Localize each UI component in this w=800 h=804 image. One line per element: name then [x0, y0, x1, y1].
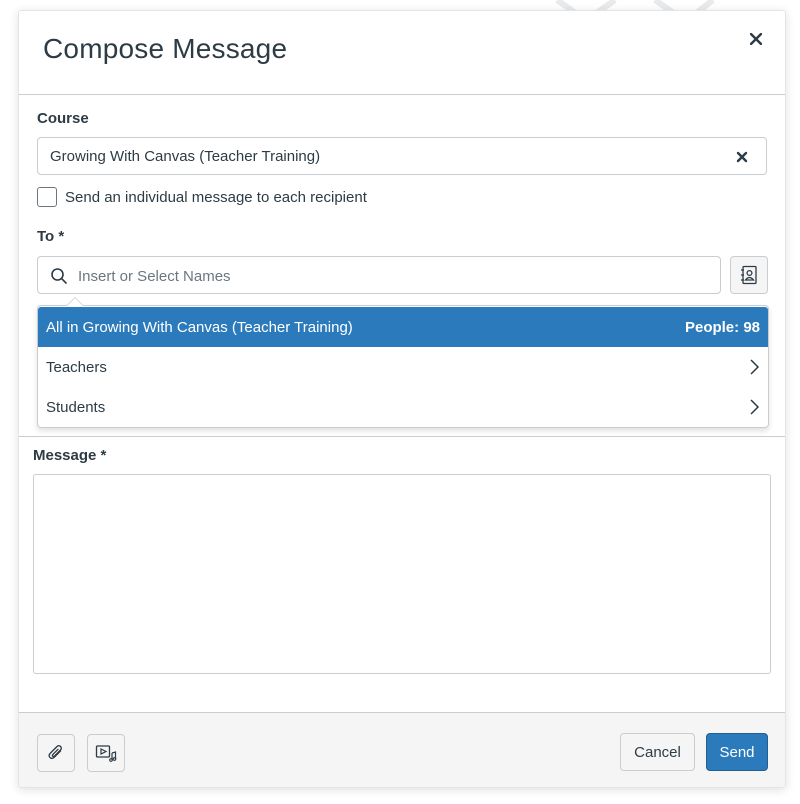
cancel-button[interactable]: Cancel [620, 733, 695, 771]
recipients-dropdown: All in Growing With Canvas (Teacher Trai… [37, 297, 769, 428]
message-label: Message * [33, 447, 107, 464]
individual-message-checkbox[interactable] [37, 187, 57, 207]
send-button[interactable]: Send [706, 733, 768, 771]
attach-file-button[interactable] [37, 734, 75, 772]
close-icon [750, 33, 762, 45]
individual-message-label: Send an individual message to each recip… [65, 188, 367, 206]
message-body[interactable] [33, 474, 771, 674]
message-textarea[interactable] [34, 475, 770, 673]
recipients-field[interactable] [37, 256, 721, 294]
dialog-header: Compose Message [19, 11, 785, 95]
dialog-footer: Cancel Send [19, 712, 785, 787]
compose-message-dialog: Compose Message Course Growing With Canv… [18, 10, 786, 788]
course-select-value: Growing With Canvas (Teacher Training) [50, 148, 321, 165]
paperclip-icon [48, 745, 62, 760]
option-label: Students [46, 398, 106, 416]
media-icon [95, 745, 117, 762]
dropdown-option-teachers[interactable]: Teachers [38, 347, 768, 387]
address-book-icon [741, 265, 757, 285]
people-count: People: 98 [684, 318, 760, 336]
search-icon [51, 268, 67, 284]
chevron-right-icon [750, 399, 760, 415]
dropdown-caret-fill [67, 298, 83, 306]
dropdown-option-students[interactable]: Students [38, 387, 768, 427]
option-label: All in Growing With Canvas (Teacher Trai… [46, 318, 353, 336]
chevron-right-icon [750, 359, 760, 375]
clear-icon[interactable] [734, 149, 750, 165]
individual-message-option[interactable]: Send an individual message to each recip… [37, 186, 367, 208]
close-button[interactable] [745, 28, 767, 50]
dropdown-option-all[interactable]: All in Growing With Canvas (Teacher Trai… [38, 307, 768, 347]
to-label: To * [37, 228, 65, 245]
course-label: Course [37, 110, 89, 127]
course-select[interactable]: Growing With Canvas (Teacher Training) [37, 137, 767, 175]
address-book-button[interactable] [730, 256, 768, 294]
section-divider [19, 436, 785, 437]
option-label: Teachers [46, 358, 107, 376]
media-button[interactable] [87, 734, 125, 772]
dialog-title: Compose Message [43, 33, 288, 64]
recipients-input[interactable] [78, 265, 698, 287]
